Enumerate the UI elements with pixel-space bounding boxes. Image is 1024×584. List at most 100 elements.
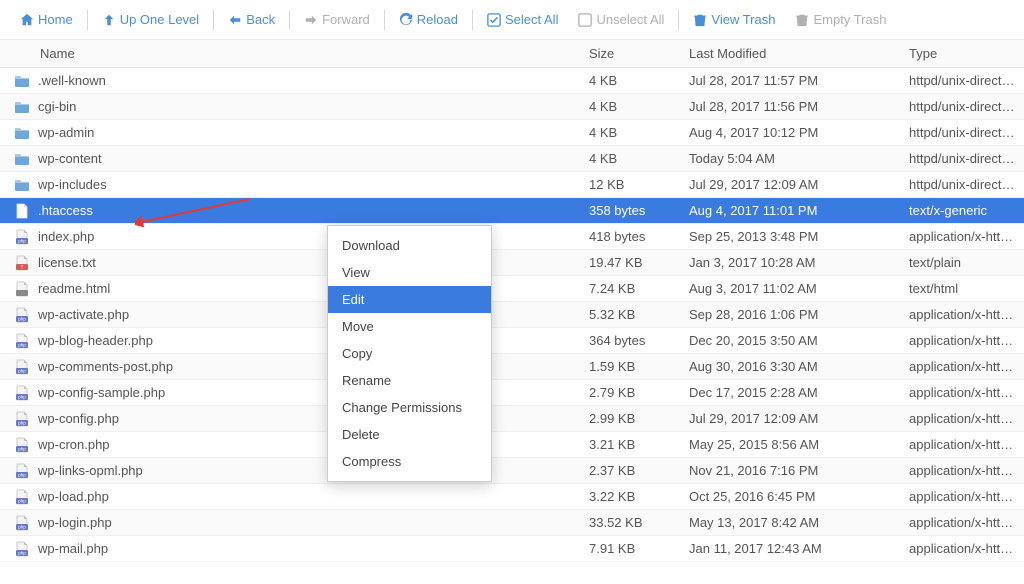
up-button[interactable]: Up One Level	[92, 8, 210, 31]
col-size-header[interactable]: Size	[581, 40, 681, 67]
file-modified: Sep 25, 2013 3:48 PM	[681, 229, 901, 244]
file-size: 4 KB	[581, 125, 681, 140]
context-menu-item-copy[interactable]: Copy	[328, 340, 491, 367]
file-size: 33.52 KB	[581, 515, 681, 530]
file-modified: May 13, 2017 8:42 AM	[681, 515, 901, 530]
table-row[interactable]: cgi-bin4 KBJul 28, 2017 11:56 PMhttpd/un…	[0, 94, 1024, 120]
svg-text:php: php	[18, 316, 26, 321]
context-menu-item-move[interactable]: Move	[328, 313, 491, 340]
table-row[interactable]: .htaccess358 bytesAug 4, 2017 11:01 PMte…	[0, 198, 1024, 224]
table-row[interactable]: php wp-login.php 33.52 KBMay 13, 2017 8:42…	[0, 510, 1024, 536]
file-type: httpd/unix-directory	[901, 73, 1024, 88]
svg-text:php: php	[18, 472, 26, 477]
table-row[interactable]: wp-admin 4 KBAug 4, 2017 10:12 PMhttpd/un…	[0, 120, 1024, 146]
col-name-header[interactable]: Name	[0, 40, 581, 67]
file-name: wp-mail.php	[38, 541, 108, 556]
svg-text:php: php	[18, 550, 26, 555]
forward-label: Forward	[322, 12, 370, 27]
select-all-button[interactable]: Select All	[477, 8, 568, 31]
table-row[interactable]: wp-includes 12 KBJul 29, 2017 12:09 AMhtt…	[0, 172, 1024, 198]
file-type: text/plain	[901, 255, 1024, 270]
context-menu-item-download[interactable]: Download	[328, 232, 491, 259]
table-row[interactable]: phpwp-cron.php3.21 KBMay 25, 2015 8:56 A…	[0, 432, 1024, 458]
up-icon	[102, 13, 116, 27]
view-trash-button[interactable]: View Trash	[683, 8, 785, 31]
file-modified: Aug 3, 2017 11:02 AM	[681, 281, 901, 296]
table-row[interactable]: phpwp-blog-header.php364 bytesDec 20, 20…	[0, 328, 1024, 354]
table-row[interactable]: phpindex.php418 bytesSep 25, 2013 3:48 P…	[0, 224, 1024, 250]
separator	[472, 10, 473, 30]
file-modified: Jul 28, 2017 11:57 PM	[681, 73, 901, 88]
forward-button: Forward	[294, 8, 380, 31]
context-menu-item-compress[interactable]: Compress	[328, 448, 491, 475]
table-row[interactable]: phpwp-config-sample.php2.79 KBDec 17, 20…	[0, 380, 1024, 406]
file-type: httpd/unix-directory	[901, 177, 1024, 192]
svg-text:php: php	[18, 238, 26, 243]
context-menu-item-change-permissions[interactable]: Change Permissions	[328, 394, 491, 421]
context-menu-item-delete[interactable]: Delete	[328, 421, 491, 448]
table-row[interactable]: Tlicense.txt19.47 KBJan 3, 2017 10:28 AM…	[0, 250, 1024, 276]
svg-text:php: php	[18, 420, 26, 425]
table-row[interactable]: phpwp-comments-post.php1.59 KBAug 30, 20…	[0, 354, 1024, 380]
file-name: wp-login.php	[38, 515, 112, 530]
file-modified: Aug 4, 2017 10:12 PM	[681, 125, 901, 140]
file-modified: Oct 25, 2016 6:45 PM	[681, 489, 901, 504]
reload-label: Reload	[417, 12, 458, 27]
file-name: wp-comments-post.php	[38, 359, 173, 374]
col-type-header[interactable]: Type	[901, 40, 1024, 67]
file-name: wp-includes	[38, 177, 107, 192]
context-menu-item-edit[interactable]: Edit	[328, 286, 491, 313]
file-size: 5.32 KB	[581, 307, 681, 322]
file-name: readme.html	[38, 281, 110, 296]
svg-text:T: T	[21, 264, 24, 269]
table-row[interactable]: phpwp-mail.php7.91 KBJan 11, 2017 12:43 …	[0, 536, 1024, 562]
home-button[interactable]: Home	[10, 8, 83, 31]
table-row[interactable]: wp-content4 KBToday 5:04 AMhttpd/unix-di…	[0, 146, 1024, 172]
file-type: httpd/unix-directory	[901, 125, 1024, 140]
context-menu-item-rename[interactable]: Rename	[328, 367, 491, 394]
file-type: application/x-httpd-php	[901, 307, 1024, 322]
file-size: 3.22 KB	[581, 489, 681, 504]
back-button[interactable]: Back	[218, 8, 285, 31]
php-icon: php	[14, 437, 30, 453]
up-label: Up One Level	[120, 12, 200, 27]
empty-trash-icon	[795, 13, 809, 27]
col-modified-header[interactable]: Last Modified	[681, 40, 901, 67]
file-size: 3.21 KB	[581, 437, 681, 452]
file-name: wp-config.php	[38, 411, 119, 426]
file-name: wp-config-sample.php	[38, 385, 165, 400]
table-row[interactable]: readme.html7.24 KBAug 3, 2017 11:02 AMte…	[0, 276, 1024, 302]
php-icon: php	[14, 411, 30, 427]
file-type: text/x-generic	[901, 203, 1024, 218]
file-name: index.php	[38, 229, 94, 244]
file-type: application/x-httpd-php	[901, 437, 1024, 452]
file-size: 12 KB	[581, 177, 681, 192]
file-size: 7.24 KB	[581, 281, 681, 296]
file-modified: Aug 30, 2016 3:30 AM	[681, 359, 901, 374]
table-row[interactable]: phpwp-links-opml.php2.37 KBNov 21, 2016 …	[0, 458, 1024, 484]
select-all-icon	[487, 13, 501, 27]
file-type: httpd/unix-directory	[901, 151, 1024, 166]
file-size: 4 KB	[581, 151, 681, 166]
file-name: wp-admin	[38, 125, 94, 140]
table-row[interactable]: .well-known4 KBJul 28, 2017 11:57 PMhttp…	[0, 68, 1024, 94]
view-trash-label: View Trash	[711, 12, 775, 27]
file-type: application/x-httpd-php	[901, 333, 1024, 348]
context-menu: DownloadViewEditMoveCopyRenameChange Per…	[327, 225, 492, 482]
file-type: application/x-httpd-php	[901, 515, 1024, 530]
svg-text:php: php	[18, 524, 26, 529]
reload-button[interactable]: Reload	[389, 8, 468, 31]
table-body: .well-known4 KBJul 28, 2017 11:57 PMhttp…	[0, 68, 1024, 562]
table-row[interactable]: phpwp-config.php2.99 KBJul 29, 2017 12:0…	[0, 406, 1024, 432]
php-icon: php	[14, 463, 30, 479]
file-name: wp-blog-header.php	[38, 333, 153, 348]
table-row[interactable]: phpwp-load.php3.22 KBOct 25, 2016 6:45 P…	[0, 484, 1024, 510]
file-type: application/x-httpd-php	[901, 359, 1024, 374]
folder-icon	[14, 125, 30, 141]
file-modified: Jul 29, 2017 12:09 AM	[681, 177, 901, 192]
separator	[87, 10, 88, 30]
file-modified: Jul 28, 2017 11:56 PM	[681, 99, 901, 114]
context-menu-item-view[interactable]: View	[328, 259, 491, 286]
file-name: wp-links-opml.php	[38, 463, 143, 478]
table-row[interactable]: phpwp-activate.php5.32 KBSep 28, 2016 1:…	[0, 302, 1024, 328]
